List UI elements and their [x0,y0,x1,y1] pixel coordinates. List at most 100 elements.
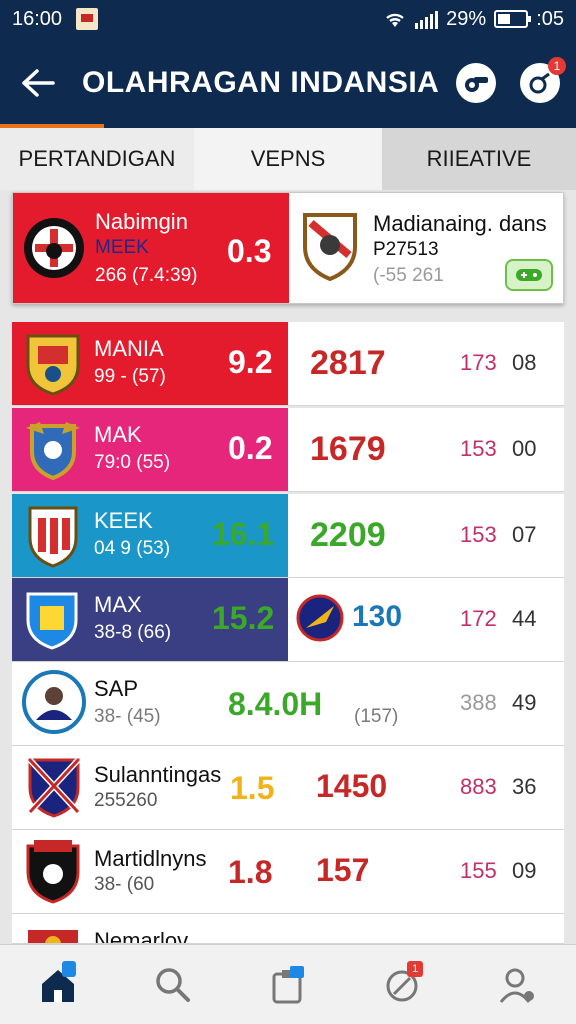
featured-away-code: P27513 [373,239,439,260]
team-name: MAX [94,592,142,617]
team-crest-icon [26,840,80,904]
page-title: OLAHRAGAN INDANSIA [82,66,440,99]
team-stat: 2209 [310,516,386,554]
team-name: Sulanntingas [94,762,222,787]
table-row[interactable]: MAX 38-8 (66) 15.2 130 172 44 [12,578,564,662]
table-row[interactable]: Nemarlov [12,914,564,944]
search-icon [156,967,190,1002]
back-button[interactable] [16,61,60,105]
nav-clipboard-button[interactable] [258,955,318,1015]
signal-icon [415,9,439,29]
team-sub: 38- (45) [94,706,161,727]
tab-pertandigan[interactable]: PERTANDIGAN [0,128,194,190]
table-row[interactable]: KEEK 04 9 (53) 16.1 2209 153 07 [12,494,564,578]
team-crest-icon [26,592,78,650]
nav-search-button[interactable] [143,955,203,1015]
team-name: MANIA [94,336,164,361]
team-score: 15.2 [212,600,275,636]
team-name: MAK [94,422,142,447]
team-score: 8.4.0H [228,686,323,722]
featured-home-sub: 266 (7.4:39) [95,265,198,286]
team-crest-icon [26,422,80,481]
team-stat-secondary: 155 [460,858,497,883]
team-sub: 99 - (57) [94,366,166,387]
team-crest-icon [26,334,80,396]
whistle-alert-icon [529,72,550,94]
wifi-icon [386,13,404,27]
table-row[interactable]: Sulanntingas 255260 1.5 1450 883 36 [12,746,564,830]
status-time: 16:00 [12,7,63,30]
bottom-nav: 1 [0,944,576,1024]
featured-home-name: Nabimgin [95,209,188,234]
team-stat-tertiary: 07 [512,522,537,547]
table-row[interactable]: SAP 38- (45) 8.4.0H (157) 388 49 [12,662,564,746]
whistle-icon [465,77,488,92]
featured-home-panel: Nabimgin MEEK 266 (7.4:39) 0.3 [13,193,289,303]
status-clock-right: :05 [536,7,564,30]
team-score: 16.1 [212,516,275,552]
team-sub: 38-8 (66) [94,622,172,643]
battery-icon [494,10,532,28]
nav-whistle-button[interactable]: 1 [373,955,433,1015]
team-extra: (157) [354,706,399,727]
team-stat-secondary: 153 [460,436,497,461]
profile-icon [500,968,535,1003]
table-row[interactable]: MAK 79:0 (55) 0.2 1679 153 00 [12,408,564,492]
arrow-left-icon [22,69,55,97]
status-bar: 16:00 29% :05 [0,0,576,38]
team-stat-tertiary: 44 [512,606,537,631]
team-stat-tertiary: 08 [512,350,537,375]
team-name: Martidlnyns [94,846,207,871]
team-sub: 79:0 (55) [94,452,171,473]
team-stat: 130 [352,600,403,633]
team-crest-icon [22,670,86,734]
featured-away-panel: Madianaing. dans P27513 (-55 261 [289,193,563,303]
team-stat-tertiary: 09 [512,858,537,883]
clipboard-icon [272,965,304,1003]
tab-bar: PERTANDIGAN VEPNS RIIEATIVE [0,128,576,190]
team-name: SAP [94,676,139,701]
tab-riieative[interactable]: RIIEATIVE [382,128,576,190]
team-score: 1.5 [230,770,275,806]
team-stat-secondary: 153 [460,522,497,547]
featured-score: 0.3 [227,233,272,269]
featured-away-sub: (-55 261 [373,265,444,286]
team-crest-icon [27,757,81,818]
team-crest-icon [28,930,78,943]
team-name: KEEK [94,508,153,533]
team-stat: 1679 [310,430,386,468]
featured-home-code: MEEK [95,237,149,258]
whistle-badge: 1 [407,960,424,977]
nav-home-button[interactable] [28,955,88,1015]
section-divider [12,312,564,320]
team-stat: 2817 [310,344,386,382]
team-stat: 157 [316,852,370,888]
featured-away-name: Madianaing. dans [373,211,547,236]
team-stat: 1450 [316,768,388,804]
whistle-button[interactable] [456,63,496,103]
team-sub: 04 9 (53) [94,538,171,559]
home-indicator [61,960,76,977]
team-score: 9.2 [228,344,273,380]
airline-logo-icon [296,594,344,642]
team-crest-icon [24,218,84,278]
team-sub: 255260 [94,790,158,811]
team-stat-secondary: 883 [460,774,497,799]
team-stat-tertiary: 00 [512,436,537,461]
nav-profile-button[interactable] [488,955,548,1015]
team-sub: 38- (60 [94,874,155,895]
team-crest-icon [28,506,78,568]
table-row[interactable]: Martidlnyns 38- (60 1.8 157 155 09 [12,830,564,914]
notifications-button[interactable]: 1 [520,57,566,103]
team-score: 1.8 [228,854,273,890]
tab-vepns[interactable]: VEPNS [194,128,382,190]
battery-percent: 29% [446,7,487,30]
live-chip[interactable] [505,259,553,291]
team-score: 0.2 [228,430,273,466]
table-row[interactable]: MANIA 99 - (57) 9.2 2817 173 08 [12,322,564,406]
notification-app-icon [76,8,99,30]
notification-badge: 1 [548,57,566,75]
featured-match-card[interactable]: Nabimgin MEEK 266 (7.4:39) 0.3 Madianain… [12,192,564,304]
team-shield-icon [303,213,357,281]
controller-icon [516,269,542,281]
